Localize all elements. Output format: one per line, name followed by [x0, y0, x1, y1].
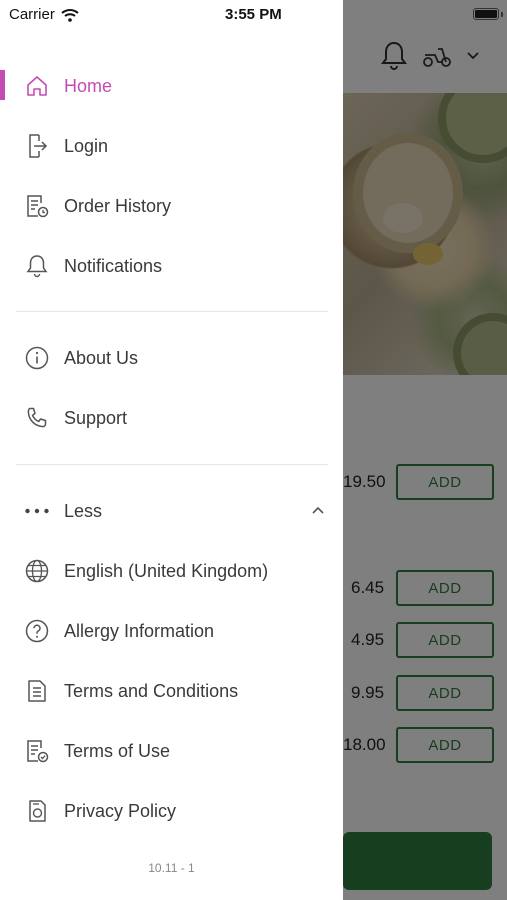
drawer-toggle-label: Less — [64, 500, 103, 521]
drawer-item-label: Home — [64, 75, 113, 96]
drawer-item-language[interactable]: English (United Kingdom) — [0, 545, 343, 597]
drawer-item-notifications[interactable]: Notifications — [0, 240, 343, 292]
drawer-item-home[interactable]: Home — [0, 60, 343, 112]
login-icon — [24, 133, 50, 159]
drawer-item-label: Login — [64, 135, 109, 156]
bell-icon — [24, 253, 50, 279]
drawer-item-login[interactable]: Login — [0, 120, 343, 172]
drawer-item-label: Notifications — [64, 255, 163, 276]
app-version: 10.11 - 1 — [148, 861, 195, 875]
drawer-item-label: Order History — [64, 195, 172, 216]
wifi-icon — [61, 8, 79, 22]
drawer-item-label: Terms and Conditions — [64, 680, 239, 701]
divider — [16, 311, 328, 312]
document-icon — [24, 678, 50, 704]
order-history-icon — [24, 193, 50, 219]
drawer-item-support[interactable]: Support — [0, 392, 343, 444]
drawer-item-label: About Us — [64, 347, 139, 368]
privacy-icon — [24, 798, 50, 824]
home-icon — [24, 73, 50, 99]
document-check-icon — [24, 738, 50, 764]
drawer-item-label: Support — [64, 407, 128, 428]
drawer-item-label: Privacy Policy — [64, 800, 177, 821]
more-dots-icon — [24, 498, 50, 524]
drawer-item-terms-and-conditions[interactable]: Terms and Conditions — [0, 665, 343, 717]
status-bar: Carrier 3:55 PM — [0, 0, 507, 28]
drawer-item-about-us[interactable]: About Us — [0, 332, 343, 384]
carrier-label: Carrier — [9, 6, 79, 23]
status-time: 3:55 PM — [225, 6, 282, 23]
globe-icon — [24, 558, 50, 584]
question-circle-icon — [24, 618, 50, 644]
navigation-drawer: Home Login Order History Notifications A… — [0, 0, 343, 900]
chevron-up-icon — [310, 503, 326, 519]
drawer-more-toggle[interactable]: Less — [0, 485, 343, 537]
drawer-item-label: Allergy Information — [64, 620, 215, 641]
drawer-item-terms-of-use[interactable]: Terms of Use — [0, 725, 343, 777]
divider — [16, 464, 328, 465]
carrier-text: Carrier — [9, 6, 55, 23]
drawer-item-allergy-information[interactable]: Allergy Information — [0, 605, 343, 657]
info-icon — [24, 345, 50, 371]
drawer-item-privacy-policy[interactable]: Privacy Policy — [0, 785, 343, 837]
battery-tip — [501, 12, 503, 17]
drawer-item-order-history[interactable]: Order History — [0, 180, 343, 232]
battery-icon — [473, 8, 499, 20]
phone-icon — [24, 405, 50, 431]
drawer-item-label: Terms of Use — [64, 740, 171, 761]
drawer-item-label: English (United Kingdom) — [64, 560, 269, 581]
